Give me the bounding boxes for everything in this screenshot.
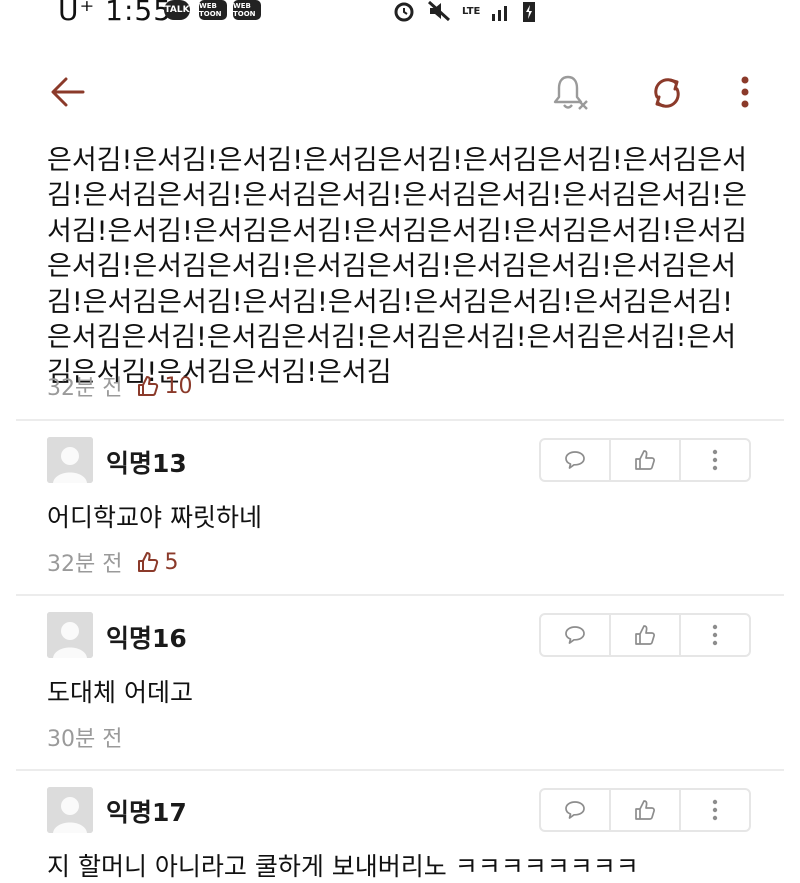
back-button[interactable]	[46, 70, 90, 114]
notification-off-button[interactable]	[548, 71, 592, 115]
alarm-icon	[394, 2, 414, 22]
comment-like[interactable]: 5	[136, 550, 178, 575]
comment-author: 익명16	[106, 624, 187, 653]
comment-more-button[interactable]	[679, 790, 749, 830]
comment-item: 익명13 어디학교야 짜릿하네 32분 전 5	[0, 420, 800, 596]
bell-off-icon	[553, 75, 588, 110]
talk-badge: TALK	[164, 0, 190, 20]
default-avatar-icon	[47, 612, 93, 658]
post-time: 32분 전	[47, 376, 123, 401]
reply-button[interactable]	[541, 615, 609, 655]
avatar	[47, 437, 93, 483]
post-body: 은서김!은서김!은서김!은서김은서김!은서김은서김!은서김은서김!은서김은서김!…	[47, 145, 747, 389]
arrow-left-icon	[51, 77, 85, 107]
more-options-button[interactable]	[723, 70, 767, 114]
refresh-icon	[654, 78, 680, 108]
more-vertical-icon	[712, 624, 718, 646]
like-button[interactable]	[609, 440, 679, 480]
comment-actions	[539, 788, 751, 832]
avatar	[47, 787, 93, 833]
thumbs-up-icon	[138, 376, 159, 396]
battery-icon	[523, 2, 536, 22]
comment-meta: 32분 전 5	[47, 546, 178, 578]
post-meta: 32분 전 10	[47, 370, 192, 402]
comment-text: 지 할머니 아니라고 쿨하게 보내버리노 ㅋㅋㅋㅋㅋㅋㅋㅋ	[47, 852, 639, 881]
more-vertical-icon	[741, 76, 749, 108]
signal-icon	[492, 6, 508, 21]
comment-item: 익명16 도대체 어데고 30분 전	[0, 596, 800, 770]
thumbs-up-icon	[635, 450, 655, 470]
thumbs-up-icon	[635, 625, 655, 645]
comment-actions	[539, 438, 751, 482]
avatar	[47, 612, 93, 658]
thumbs-up-icon	[138, 552, 159, 572]
comment-author: 익명13	[106, 449, 187, 478]
comment-time: 32분 전	[47, 552, 123, 577]
more-vertical-icon	[712, 799, 718, 821]
comment-item: 익명17 지 할머니 아니라고 쿨하게 보내버리노 ㅋㅋㅋㅋㅋㅋㅋㅋ	[0, 771, 800, 881]
comment-more-button[interactable]	[679, 615, 749, 655]
post-like[interactable]: 10	[136, 374, 192, 399]
comment-more-button[interactable]	[679, 440, 749, 480]
comment-time: 30분 전	[47, 727, 123, 752]
default-avatar-icon	[47, 437, 93, 483]
lte-label: LTE	[462, 5, 481, 17]
post-like-count: 10	[164, 373, 193, 399]
webtoon-badge: WEB TOON	[199, 0, 227, 20]
speech-bubble-icon	[565, 801, 585, 819]
comment-text: 어디학교야 짜릿하네	[47, 503, 262, 532]
comment-text: 도대체 어데고	[47, 678, 193, 707]
comment-author: 익명17	[106, 798, 187, 827]
mute-icon	[427, 0, 451, 22]
comment-meta: 30분 전	[47, 721, 122, 753]
speech-bubble-icon	[565, 451, 585, 469]
comment-actions	[539, 613, 751, 657]
system-icons: LTE	[392, 0, 536, 22]
status-bar: U⁺ 1:55 TALK WEB TOON WEB TOON LTE	[0, 0, 800, 34]
reply-button[interactable]	[541, 440, 609, 480]
reply-button[interactable]	[541, 790, 609, 830]
default-avatar-icon	[47, 787, 93, 833]
more-vertical-icon	[712, 449, 718, 471]
webtoon-badge: WEB TOON	[233, 0, 261, 20]
like-button[interactable]	[609, 790, 679, 830]
comment-like-count: 5	[164, 549, 179, 575]
like-button[interactable]	[609, 615, 679, 655]
carrier-time: U⁺ 1:55	[58, 0, 173, 27]
refresh-button[interactable]	[645, 71, 689, 115]
thumbs-up-icon	[635, 800, 655, 820]
speech-bubble-icon	[565, 626, 585, 644]
